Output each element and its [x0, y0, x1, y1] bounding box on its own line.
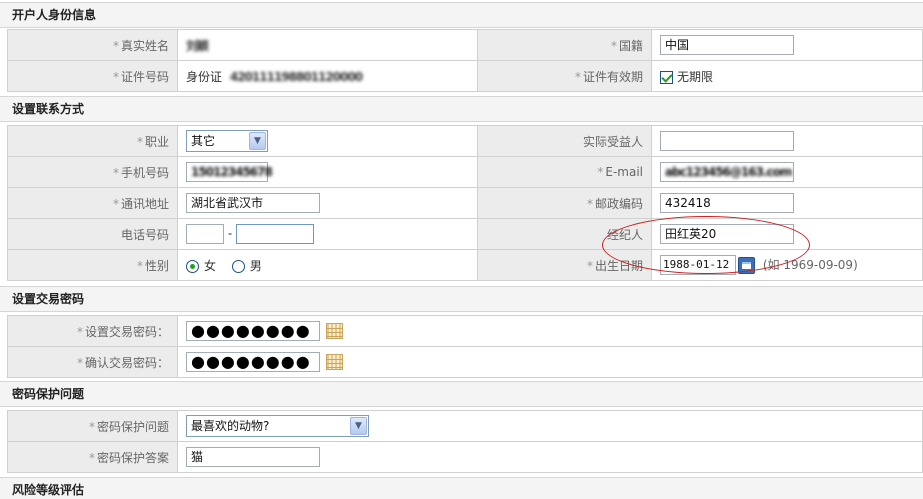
occupation-label: * 职业	[7, 125, 178, 157]
beneficiary-input[interactable]	[660, 131, 794, 151]
set-password-input[interactable]: ●●●●●●●●	[186, 321, 320, 341]
trade-password-table: * 设置交易密码： ●●●●●●●● * 确认交易密码： ●●●●●●●●	[7, 315, 923, 378]
set-password-label: * 设置交易密码：	[7, 315, 178, 347]
real-name-label: * 真实姓名	[7, 29, 178, 61]
gender-male-label: 男	[249, 258, 262, 273]
confirm-password-label: * 确认交易密码：	[7, 346, 178, 378]
section-header-trade-password: 设置交易密码	[0, 286, 923, 312]
gender-male-radio[interactable]	[231, 259, 245, 273]
section-header-account-holder: 开户人身份信息	[0, 2, 923, 28]
security-question-select[interactable]: 最喜欢的动物? ▼	[186, 415, 369, 437]
security-answer-label: * 密码保护答案	[7, 441, 178, 473]
no-expiry-label: 无期限	[677, 69, 714, 84]
contact-table: * 职业 其它 ▼ 实际受益人 * 手机号码 15012345678 * E-mail…	[7, 125, 923, 281]
phone-number-input[interactable]	[236, 224, 314, 244]
chevron-down-icon[interactable]: ▼	[249, 132, 266, 150]
birthdate-label: * 出生日期	[477, 249, 652, 281]
mobile-input[interactable]: 15012345678	[186, 162, 273, 182]
gender-label: * 性别	[7, 249, 178, 281]
security-question-label: * 密码保护问题	[7, 410, 178, 442]
real-name-value: 刘颖	[186, 38, 209, 53]
id-number-value: 420111198801120000	[229, 69, 363, 84]
chevron-down-icon[interactable]: ▼	[350, 417, 367, 435]
id-validity-label: * 证件有效期	[477, 60, 652, 92]
address-input[interactable]: 湖北省武汉市	[186, 193, 320, 213]
no-expiry-checkbox[interactable]	[660, 70, 673, 84]
postcode-input[interactable]: 432418	[660, 193, 794, 213]
broker-input[interactable]: 田红英20	[660, 224, 794, 244]
id-type: 身份证	[186, 69, 223, 84]
gender-female-radio[interactable]	[186, 259, 199, 273]
nationality-input[interactable]: 中国	[660, 35, 794, 55]
calendar-icon[interactable]	[738, 256, 755, 274]
nationality-label: * 国籍	[477, 29, 652, 61]
keyboard-icon[interactable]	[326, 323, 343, 339]
birthdate-hint: (如 1969-09-09)	[762, 257, 858, 272]
phone-separator: -	[227, 226, 233, 241]
phone-label: 电话号码	[7, 218, 178, 250]
email-input[interactable]: abc123456@163.com	[660, 162, 794, 182]
section-header-risk-assessment: 风险等级评估	[0, 477, 923, 499]
beneficiary-label: 实际受益人	[477, 125, 652, 157]
postcode-label: * 邮政编码	[477, 187, 652, 219]
section-header-contact: 设置联系方式	[0, 96, 923, 122]
keyboard-icon[interactable]	[326, 354, 343, 370]
gender-female-label: 女	[204, 258, 217, 273]
section-header-password-protection: 密码保护问题	[0, 381, 923, 407]
identity-table: * 真实姓名 刘颖 * 国籍 中国 * 证件号码 身份证 42011119880112…	[7, 29, 923, 92]
birthdate-input[interactable]: 1988-01-12	[660, 255, 736, 275]
phone-area-input[interactable]	[186, 224, 224, 244]
address-label: * 通讯地址	[7, 187, 178, 219]
email-label: * E-mail	[477, 156, 652, 188]
mobile-label: * 手机号码	[7, 156, 178, 188]
broker-label: 经纪人	[477, 218, 652, 250]
occupation-select[interactable]: 其它 ▼	[186, 130, 268, 152]
id-number-label: * 证件号码	[7, 60, 178, 92]
confirm-password-input[interactable]: ●●●●●●●●	[186, 352, 320, 372]
protection-table: * 密码保护问题 最喜欢的动物? ▼ * 密码保护答案 猫	[7, 410, 923, 473]
security-answer-input[interactable]: 猫	[186, 447, 320, 467]
